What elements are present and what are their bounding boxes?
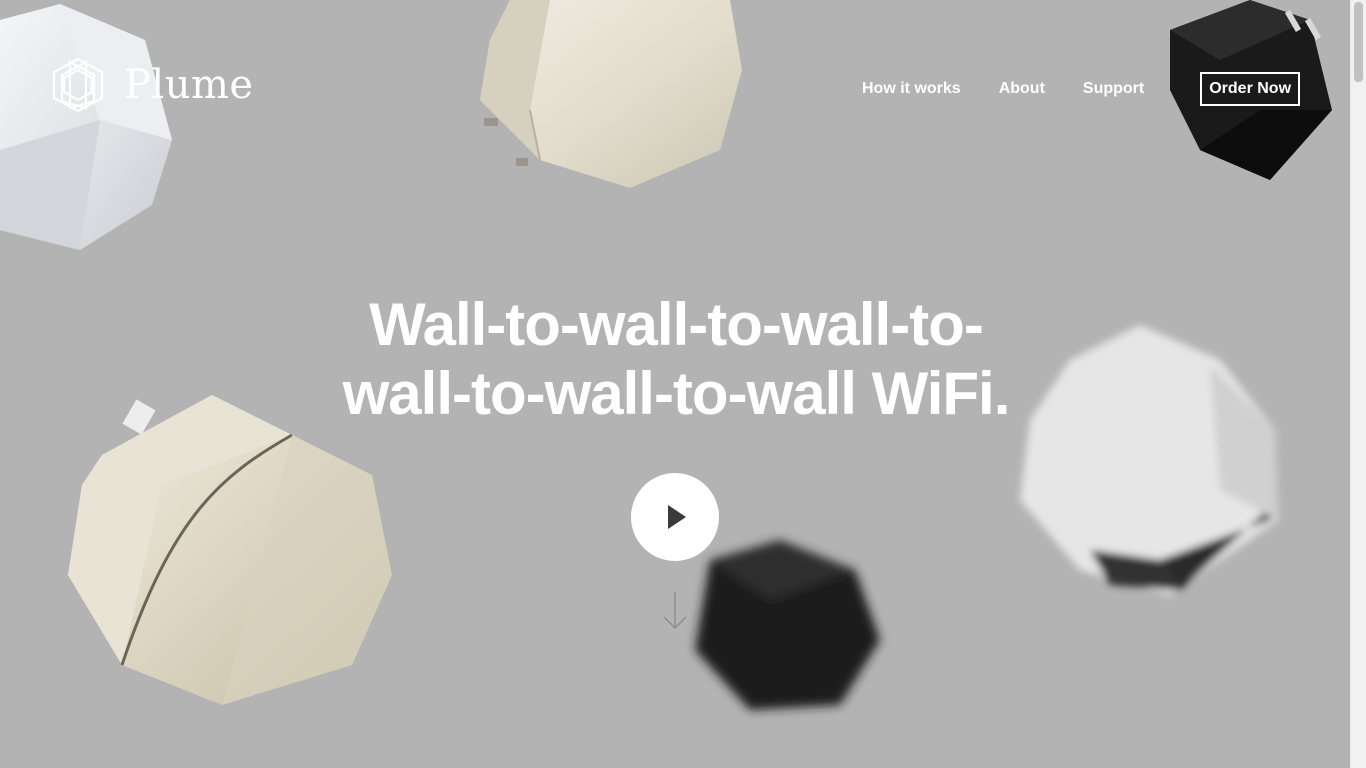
hero-title-line2: wall-to-wall-to-wall WiFi.: [342, 360, 1011, 427]
arrow-down-icon[interactable]: [662, 590, 688, 632]
nav-support[interactable]: Support: [1083, 72, 1144, 106]
page-scrollbar[interactable]: [1350, 0, 1366, 768]
hero-title: Wall-to-wall-to-wall-to- wall-to-wall-to…: [276, 290, 1076, 428]
play-video-button[interactable]: [631, 473, 719, 561]
hero-title-line1: Wall-to-wall-to-wall-to-: [369, 291, 984, 358]
site-header: Plume How it works About Support Order N…: [0, 0, 1351, 180]
nav-about[interactable]: About: [999, 72, 1045, 106]
nav-how-it-works[interactable]: How it works: [862, 72, 961, 106]
main-nav: How it works About Support Order Now: [862, 72, 1301, 106]
landing-page: Plume How it works About Support Order N…: [0, 0, 1366, 768]
order-now-button[interactable]: Order Now: [1200, 72, 1301, 106]
brand-name: Plume: [124, 62, 254, 108]
brand-logo[interactable]: Plume: [48, 56, 254, 114]
black-pod-blurred-image: [695, 540, 880, 710]
cream-pod-large-image: [68, 395, 392, 705]
play-icon: [668, 505, 686, 529]
scrollbar-thumb[interactable]: [1354, 2, 1363, 82]
plume-logo-icon: [52, 57, 104, 113]
